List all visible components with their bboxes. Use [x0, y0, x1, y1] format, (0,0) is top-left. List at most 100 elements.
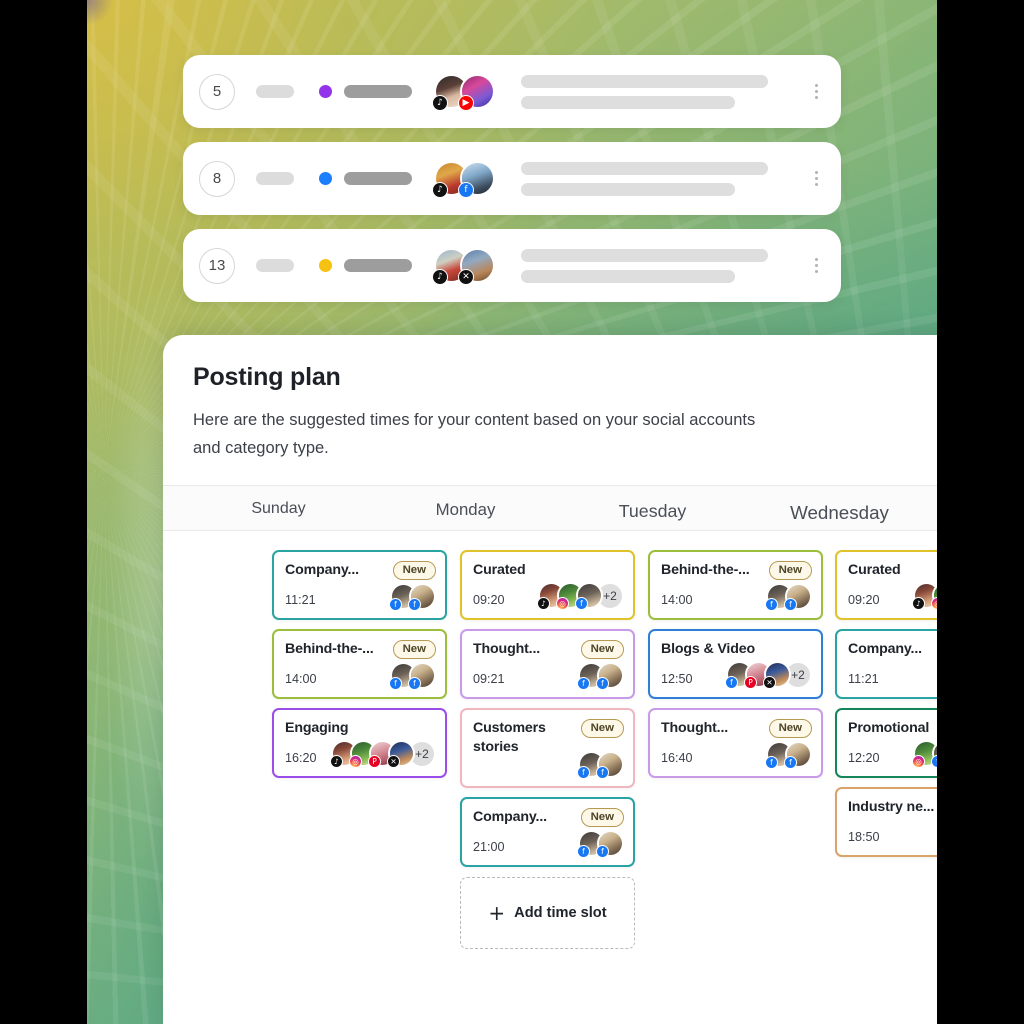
slot-title: Behind-the-...: [661, 561, 750, 578]
slot-title: Company...: [473, 808, 547, 825]
slot-time: 21:00: [473, 839, 505, 854]
slot-title: Thought...: [473, 640, 541, 657]
slot-title: Engaging: [285, 719, 349, 736]
facebook-icon: f: [596, 844, 609, 858]
time-slot-card[interactable]: Company... New 21:00 f f: [460, 796, 635, 867]
skeleton-line: [521, 182, 736, 196]
time-slot-card[interactable]: Industry ne...New18:50ff: [835, 786, 937, 857]
avatar[interactable]: f: [596, 829, 624, 858]
slot-title: Promotional: [848, 719, 930, 736]
status-badge: New: [768, 560, 812, 581]
time-slot-card[interactable]: Curated 09:20 ♪◎f+2: [460, 549, 635, 620]
facebook-icon: f: [408, 597, 421, 611]
time-slot-card[interactable]: Behind-the-... New 14:00 f f: [272, 628, 447, 699]
slot-title: Curated: [848, 561, 901, 578]
day-header-sunday[interactable]: Sunday: [185, 486, 372, 532]
status-badge: New: [580, 639, 624, 660]
time-slot-card[interactable]: Thought... New 09:21 f f: [460, 628, 635, 699]
avatar[interactable]: f: [408, 661, 436, 690]
time-slot-card[interactable]: Blogs & Video 12:50 f P ✕ +2: [648, 628, 823, 699]
skeleton-row[interactable]: 13 ♪ ✕: [183, 229, 841, 302]
day-number-badge: 8: [199, 160, 235, 197]
avatar[interactable]: ✕: [387, 740, 415, 769]
time-slot-card[interactable]: Thought... New 16:40 f f: [648, 707, 823, 778]
slot-time: 14:00: [661, 592, 693, 607]
time-slot-card[interactable]: Curated 09:20 ♪◎f+2: [835, 549, 937, 620]
time-slot-card[interactable]: Promotional 12:20 ◎fP+2: [835, 707, 937, 778]
day-column-sunday: Company... New 11:21 f f Behind-the-... New 14:…: [272, 549, 447, 787]
avatar-group: ff: [389, 582, 436, 611]
slot-title: Company...: [285, 561, 359, 578]
avatar-group: ♪ ▶: [432, 74, 495, 111]
skeleton-row[interactable]: 5 ♪ ▶: [183, 55, 841, 128]
day-header-monday[interactable]: Monday: [372, 486, 559, 532]
avatar-group: ff: [389, 661, 436, 690]
avatar-group: ff: [577, 661, 624, 690]
facebook-icon: f: [596, 676, 609, 690]
avatar[interactable]: f: [408, 582, 436, 611]
avatar[interactable]: f: [575, 582, 603, 611]
avatar[interactable]: f: [784, 740, 812, 769]
facebook-icon: f: [765, 755, 778, 769]
avatar[interactable]: f: [458, 161, 495, 198]
status-dot: [319, 259, 332, 272]
slot-time: 16:20: [285, 750, 317, 765]
avatar[interactable]: ▶: [458, 74, 495, 111]
facebook-icon: f: [784, 597, 797, 611]
time-slot-card[interactable]: Company...New11:21ff: [272, 549, 447, 620]
day-column-tuesday: Behind-the-... New 14:00 f f Blogs & Video 12:…: [648, 549, 823, 787]
status-dot: [319, 172, 332, 185]
facebook-icon: f: [577, 844, 590, 858]
tiktok-icon: ♪: [432, 269, 448, 285]
day-header-wednesday[interactable]: Wednesday: [746, 486, 933, 532]
facebook-icon: f: [784, 755, 797, 769]
facebook-icon: f: [577, 765, 590, 779]
day-header-strip: Sunday Monday Tuesday Wednesday: [163, 484, 937, 532]
slot-title: Industry ne...: [848, 798, 935, 815]
youtube-icon: ▶: [458, 95, 474, 111]
corner-glint-decoration: [87, 0, 113, 26]
skeleton-row[interactable]: 8 ♪ f: [183, 142, 841, 215]
posting-plan-panel: Posting plan Here are the suggested time…: [163, 335, 937, 1024]
kebab-menu-icon[interactable]: [809, 258, 823, 273]
time-slot-card[interactable]: Engaging 16:20 ♪ ◎ P ✕ +2: [272, 707, 447, 778]
panel-header: Posting plan Here are the suggested time…: [163, 335, 937, 485]
skeleton-placeholder-pill: [256, 85, 294, 98]
status-badge: New: [392, 639, 436, 660]
avatar[interactable]: f: [596, 661, 624, 690]
slot-time: 11:21: [848, 671, 879, 686]
skeleton-post-list: 5 ♪ ▶ 8 ♪ f 13 ♪ ✕: [183, 55, 841, 316]
slot-time: 09:20: [473, 592, 505, 607]
status-dot: [319, 85, 332, 98]
avatar-group: ♪ ✕: [432, 248, 495, 285]
avatar[interactable]: f: [784, 582, 812, 611]
status-badge: New: [768, 718, 812, 739]
kebab-menu-icon[interactable]: [809, 84, 823, 99]
skeleton-line: [521, 95, 736, 109]
time-slot-card[interactable]: Customers stories New f f: [460, 707, 635, 788]
skeleton-line: [521, 161, 769, 175]
slot-time: 12:50: [661, 671, 693, 686]
page-title: Posting plan: [193, 363, 341, 391]
slot-time: 11:21: [285, 592, 316, 607]
x-icon: ✕: [458, 269, 474, 285]
skeleton-line: [521, 269, 736, 283]
avatar-group: ff: [765, 582, 812, 611]
skeleton-line: [521, 74, 769, 88]
skeleton-placeholder-pill: [256, 259, 294, 272]
day-header-tuesday[interactable]: Tuesday: [559, 486, 746, 532]
avatar[interactable]: ✕: [763, 661, 791, 690]
instagram-icon: ◎: [931, 597, 937, 611]
kebab-menu-icon[interactable]: [809, 171, 823, 186]
avatar-group: ♪ f: [432, 161, 495, 198]
avatar-group: ◎fP+2: [912, 740, 937, 769]
avatar[interactable]: f: [596, 750, 624, 779]
time-slot-card[interactable]: Company...New11:21ff: [835, 628, 937, 699]
slot-title: Behind-the-...: [285, 640, 374, 657]
add-time-slot-button[interactable]: + Add time slot: [460, 876, 635, 949]
status-badge: New: [580, 807, 624, 828]
skeleton-text-lines: [521, 248, 799, 283]
avatar[interactable]: ✕: [458, 248, 495, 285]
time-slot-card[interactable]: Behind-the-... New 14:00 f f: [648, 549, 823, 620]
skeleton-placeholder-bar: [344, 85, 412, 98]
